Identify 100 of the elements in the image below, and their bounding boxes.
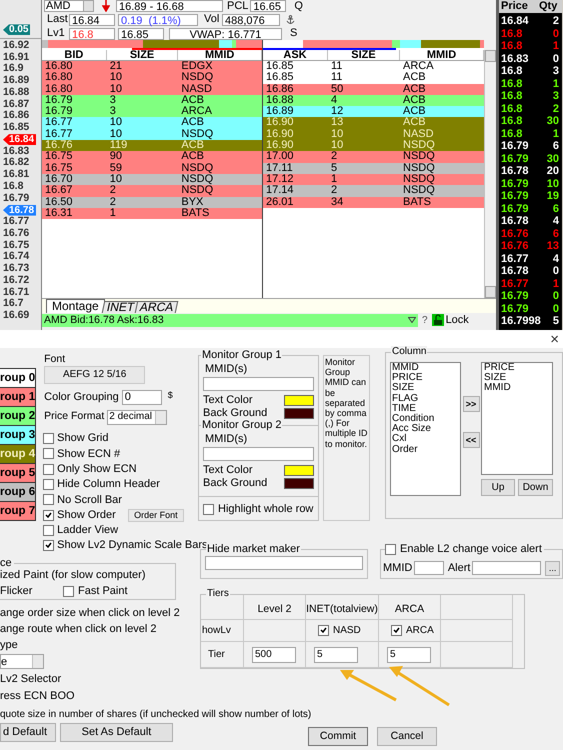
book-row[interactable]: 16.86 50 ACB	[263, 84, 484, 95]
remove-column-button[interactable]: <<	[462, 432, 480, 448]
ask-field[interactable]: 16.85	[118, 28, 164, 40]
book-row[interactable]: 16.89 12 ACB	[263, 106, 484, 118]
anchor-icon[interactable]	[286, 14, 295, 24]
list-item[interactable]: FLAG	[392, 394, 460, 404]
checkbox[interactable]	[43, 464, 54, 475]
book-row[interactable]: 17.11 5 NSDQ	[263, 162, 484, 174]
checkbox[interactable]	[203, 504, 214, 515]
close-button[interactable]: ×	[550, 332, 559, 346]
column-header[interactable]: SIZE	[106, 50, 178, 60]
symbol-dropdown[interactable]: AMD	[44, 0, 94, 12]
order-font-button[interactable]: Order Font	[128, 508, 184, 522]
checkbox[interactable]	[43, 448, 54, 460]
column-header[interactable]: BID	[42, 50, 107, 60]
book-row[interactable]: 17.14 2 NSDQ	[263, 185, 484, 197]
checkbox[interactable]	[391, 625, 402, 636]
color-swatch[interactable]	[284, 465, 314, 476]
group-button[interactable]: roup 1	[0, 387, 36, 407]
tier-field[interactable]: 5	[314, 646, 358, 662]
checkbox[interactable]	[43, 494, 54, 506]
list-item[interactable]: PRICE	[392, 373, 460, 384]
list-item[interactable]: Condition	[392, 414, 460, 424]
list-item[interactable]: MMID	[484, 383, 552, 394]
book-row[interactable]: 16.79 3 ACB	[42, 94, 262, 106]
color-swatch[interactable]	[284, 408, 314, 419]
list-item[interactable]: SIZE	[484, 373, 552, 384]
list-item[interactable]: MMID	[392, 363, 460, 374]
book-row[interactable]: 17.00 2 NSDQ	[263, 151, 484, 163]
group-button[interactable]: roup 3	[0, 425, 36, 445]
volume-field[interactable]: 488,076	[222, 14, 280, 26]
group-button[interactable]: roup 4	[0, 444, 36, 464]
up-button[interactable]: Up	[481, 479, 515, 496]
book-row[interactable]: 26.01 34 BATS	[263, 196, 484, 208]
book-row[interactable]: 16.31 1 BATS	[42, 208, 262, 220]
column-header[interactable]: MMID	[178, 50, 262, 60]
book-row[interactable]: 16.80 10 NASD	[42, 84, 262, 95]
color-swatch[interactable]	[284, 478, 314, 489]
down-button[interactable]: Down	[518, 479, 553, 496]
group-button[interactable]: roup 6	[0, 482, 36, 502]
change-field[interactable]: 0.19 (1.1%)	[118, 14, 198, 26]
list-item[interactable]: SIZE	[392, 383, 460, 394]
price-format-select[interactable]: 2 decimal	[107, 410, 168, 424]
group-button[interactable]: roup 7	[0, 501, 36, 521]
book-row[interactable]: 16.70 10 NSDQ	[42, 174, 262, 186]
font-button[interactable]: AEFG 12 5/16	[44, 366, 146, 384]
list-item[interactable]: Acc Size	[392, 424, 460, 434]
book-row[interactable]: 16.80 10 NSDQ	[42, 72, 262, 84]
group-button[interactable]: roup 5	[0, 463, 36, 483]
book-row[interactable]: 16.80 21 EDGX	[42, 61, 262, 72]
set-default-button[interactable]: Set As Default	[60, 723, 173, 742]
book-row[interactable]: 16.77 10 ACB	[42, 117, 262, 129]
column-header[interactable]: Qty	[537, 0, 562, 13]
book-row[interactable]: 16.90 10 NASD	[263, 128, 484, 140]
lock-icon[interactable]	[432, 314, 444, 326]
book-row[interactable]: 16.67 2 NSDQ	[42, 185, 262, 197]
book-row[interactable]: 16.75 90 ACB	[42, 151, 262, 163]
book-row[interactable]: 17.12 1 NSDQ	[263, 174, 484, 186]
list-item[interactable]: Cxl	[392, 434, 460, 445]
range-field[interactable]: 16.89 - 16.68	[116, 0, 223, 12]
list-item[interactable]: PRICE	[484, 363, 552, 374]
tab[interactable]: Montage	[46, 299, 105, 313]
list-item[interactable]: Order	[392, 444, 460, 455]
commit-button[interactable]: Commit	[308, 727, 368, 746]
mmid-field[interactable]	[414, 561, 444, 575]
type-select[interactable]: e	[0, 654, 44, 669]
book-row[interactable]: 16.75 59 NSDQ	[42, 162, 262, 174]
group-button[interactable]: roup 0	[0, 368, 36, 388]
alert-field[interactable]	[472, 561, 542, 575]
dropdown-icon[interactable]	[408, 317, 416, 323]
checkbox[interactable]	[63, 586, 74, 596]
checkbox[interactable]	[43, 433, 54, 444]
column-header[interactable]: SIZE	[328, 50, 400, 60]
mmid-field[interactable]	[203, 447, 314, 461]
column-header[interactable]: Price	[499, 0, 537, 13]
list-item[interactable]: TIME	[392, 404, 460, 414]
color-grouping-field[interactable]: 0	[122, 390, 162, 404]
bid-field[interactable]: 16.8	[69, 28, 115, 40]
hide-market-maker-field[interactable]	[205, 556, 363, 570]
cancel-button[interactable]: Cancel	[377, 727, 437, 746]
browse-button[interactable]: ...	[545, 560, 560, 576]
pcl-field[interactable]: 16.65	[250, 0, 286, 12]
book-row[interactable]: 16.88 4 ACB	[263, 94, 484, 106]
checkbox[interactable]	[43, 479, 54, 490]
help-button[interactable]: ?	[422, 312, 428, 328]
group-button[interactable]: roup 2	[0, 406, 36, 426]
scrollbar[interactable]	[484, 50, 496, 298]
checkbox[interactable]	[318, 625, 329, 636]
checkbox[interactable]	[43, 510, 54, 521]
tab[interactable]: ARCA	[134, 301, 179, 313]
color-swatch[interactable]	[284, 395, 314, 406]
book-row[interactable]: 16.90 13 ACB	[263, 117, 484, 129]
tier-field[interactable]: 500	[252, 646, 296, 662]
checkbox[interactable]	[43, 540, 54, 552]
add-column-button[interactable]: >>	[462, 396, 480, 412]
book-row[interactable]: 16.79 3 ARCA	[42, 106, 262, 118]
checkbox[interactable]	[385, 544, 396, 554]
book-row[interactable]: 16.77 10 NSDQ	[42, 128, 262, 140]
last-field[interactable]: 16.84	[69, 14, 115, 26]
tier-field[interactable]: 5	[387, 646, 431, 662]
